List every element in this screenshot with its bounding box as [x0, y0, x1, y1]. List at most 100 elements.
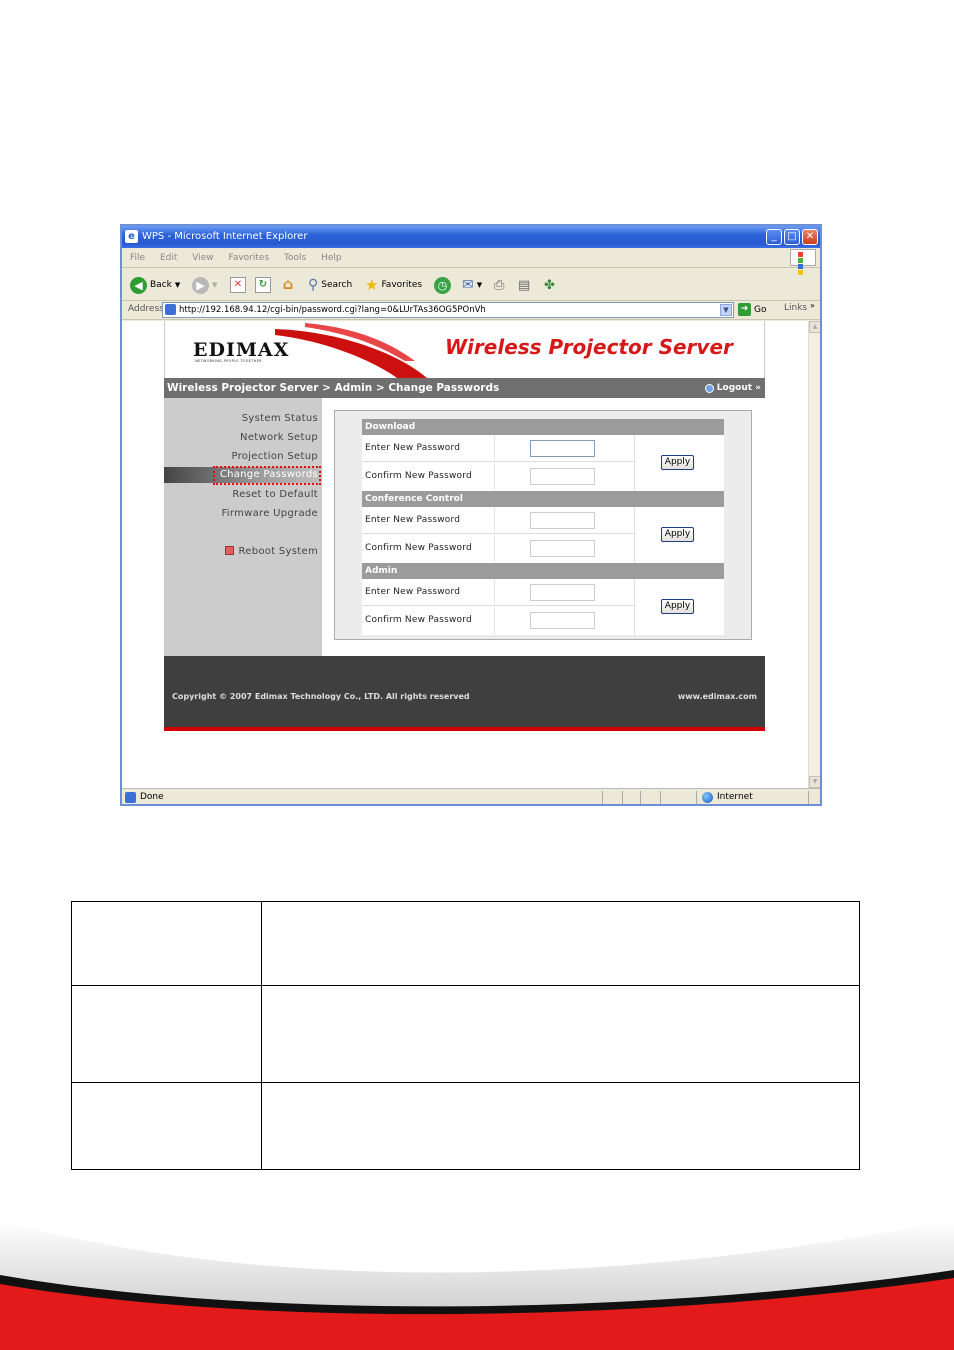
- password-table: Download Enter New Password Confirm New …: [362, 419, 724, 635]
- links-button[interactable]: Links: [784, 303, 807, 313]
- website-link[interactable]: www.edimax.com: [678, 692, 757, 701]
- download-new-password-input[interactable]: [530, 440, 595, 457]
- menu-edit[interactable]: Edit: [160, 253, 177, 263]
- description-table: [71, 901, 860, 1170]
- forward-button[interactable]: ▶ ▼: [192, 276, 217, 294]
- table-row: [71, 985, 860, 1083]
- home-icon: ⌂: [282, 275, 294, 293]
- browser-window: e WPS - Microsoft Internet Explorer _ □ …: [120, 224, 822, 806]
- sidebar-item-system-status[interactable]: System Status: [242, 413, 318, 424]
- messenger-button[interactable]: ✤: [544, 276, 555, 294]
- menu-tools[interactable]: Tools: [284, 253, 306, 263]
- ie-icon: e: [125, 230, 138, 243]
- stop-button[interactable]: ✕: [230, 276, 246, 294]
- scroll-up-icon[interactable]: ▲: [809, 321, 820, 333]
- history-button[interactable]: ◷: [434, 276, 451, 294]
- admin-apply-button[interactable]: Apply: [661, 599, 694, 614]
- highlight-dotted-outline: [213, 466, 321, 485]
- field-label: Confirm New Password: [365, 615, 472, 625]
- cell-divider: [494, 507, 495, 534]
- favorites-button[interactable]: ★ Favorites: [365, 276, 422, 294]
- section-download: Enter New Password Confirm New Password …: [362, 435, 724, 491]
- address-dropdown-icon[interactable]: ▼: [720, 304, 732, 316]
- section-conference-control: Enter New Password Confirm New Password …: [362, 507, 724, 563]
- messenger-icon: ✤: [544, 277, 555, 293]
- status-divider: [622, 791, 623, 804]
- footer-accent-line: [164, 727, 765, 731]
- sidebar-item-projection-setup[interactable]: Projection Setup: [231, 451, 318, 462]
- search-icon: ⚲: [308, 277, 319, 293]
- table-cell: [71, 1082, 262, 1170]
- menu-file[interactable]: File: [130, 253, 145, 263]
- stop-icon: ✕: [230, 277, 246, 293]
- favorites-label: Favorites: [381, 280, 423, 290]
- download-apply-button[interactable]: Apply: [661, 455, 694, 470]
- back-button[interactable]: ◀ Back ▼: [130, 276, 180, 294]
- address-label: Address: [128, 304, 164, 314]
- admin-confirm-password-input[interactable]: [530, 612, 595, 629]
- history-icon: ◷: [434, 276, 451, 294]
- menu-bar: File Edit View Favorites Tools Help: [122, 248, 820, 275]
- status-divider: [660, 791, 661, 804]
- menu-favorites[interactable]: Favorites: [228, 253, 269, 263]
- cell-divider: [634, 507, 635, 563]
- page-header: EDIMAX NETWORKING PEOPLE TOGETHER Wirele…: [164, 321, 765, 378]
- edit-button[interactable]: ▤: [518, 276, 530, 294]
- admin-new-password-input[interactable]: [530, 584, 595, 601]
- download-confirm-password-input[interactable]: [530, 468, 595, 485]
- cell-divider: [494, 435, 495, 462]
- field-label: Confirm New Password: [365, 543, 472, 553]
- sidebar-item-firmware-upgrade[interactable]: Firmware Upgrade: [221, 508, 318, 519]
- toolbar: ◀ Back ▼ ▶ ▼ ✕ ↻ ⌂ ⚲ Search ★ Favorites …: [122, 269, 820, 301]
- star-icon: ★: [365, 276, 379, 294]
- table-row: Enter New Password: [362, 507, 634, 534]
- logout-label: Logout »: [716, 383, 761, 393]
- menu-help[interactable]: Help: [321, 253, 342, 263]
- logout-icon: [704, 383, 714, 393]
- sidebar-item-reboot-system[interactable]: Reboot System: [225, 546, 318, 557]
- section-header-conference-control: Conference Control: [362, 491, 724, 507]
- zone-label: Internet: [717, 792, 753, 802]
- printer-icon: ⎙: [494, 277, 505, 293]
- table-cell: [71, 985, 262, 1083]
- conference-new-password-input[interactable]: [530, 512, 595, 529]
- table-cell: [71, 901, 262, 986]
- home-button[interactable]: ⌂: [280, 276, 296, 294]
- conference-confirm-password-input[interactable]: [530, 540, 595, 557]
- cell-divider: [494, 579, 495, 606]
- table-row: Confirm New Password: [362, 463, 634, 490]
- vertical-scrollbar[interactable]: ▲ ▼: [808, 321, 820, 788]
- table-row: Enter New Password: [362, 435, 634, 462]
- refresh-button[interactable]: ↻: [255, 276, 271, 294]
- status-divider: [640, 791, 641, 804]
- go-button[interactable]: ➜ Go: [738, 303, 766, 316]
- address-input[interactable]: http://192.168.94.12/cgi-bin/password.cg…: [162, 302, 734, 318]
- print-button[interactable]: ⎙: [494, 276, 504, 294]
- menu-view[interactable]: View: [192, 253, 213, 263]
- chevron-right-icon[interactable]: »: [810, 301, 815, 310]
- sidebar-item-network-setup[interactable]: Network Setup: [240, 432, 318, 443]
- title-bar[interactable]: e WPS - Microsoft Internet Explorer _ □ …: [122, 226, 820, 248]
- sidebar-item-reset-to-default[interactable]: Reset to Default: [232, 489, 318, 500]
- table-row: Enter New Password: [362, 579, 634, 606]
- scroll-down-icon[interactable]: ▼: [809, 776, 820, 788]
- reboot-label: Reboot System: [238, 546, 318, 557]
- field-label: Enter New Password: [365, 587, 461, 597]
- back-label: Back: [150, 280, 172, 290]
- mail-button[interactable]: ✉ ▼: [462, 276, 482, 294]
- conference-apply-button[interactable]: Apply: [661, 527, 694, 542]
- go-arrow-icon: ➜: [738, 303, 751, 316]
- section-header-download: Download: [362, 419, 724, 435]
- edimax-tagline: NETWORKING PEOPLE TOGETHER: [195, 359, 262, 363]
- password-form: Download Enter New Password Confirm New …: [334, 410, 752, 640]
- search-button[interactable]: ⚲ Search: [308, 276, 352, 294]
- globe-icon: [702, 792, 713, 803]
- close-button[interactable]: ✕: [802, 229, 818, 245]
- minimize-button[interactable]: _: [766, 229, 782, 245]
- maximize-button[interactable]: □: [784, 229, 800, 245]
- cell-divider: [494, 463, 495, 490]
- section-header-admin: Admin: [362, 563, 724, 579]
- status-divider: [602, 791, 603, 804]
- logout-link[interactable]: Logout »: [704, 378, 761, 398]
- mail-dropdown-icon: ▼: [476, 281, 483, 289]
